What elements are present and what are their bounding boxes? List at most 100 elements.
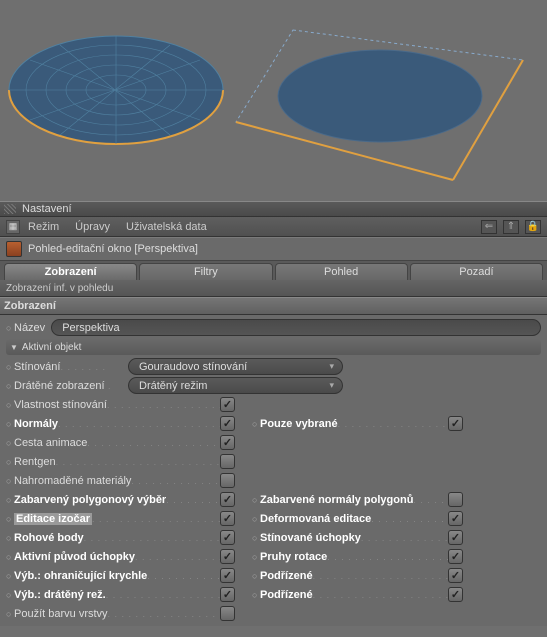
viewport-3d[interactable] xyxy=(0,0,547,201)
dots: . . . . . . . . . . . . . . . . . . . . xyxy=(131,476,220,486)
property-label: Editace izočar xyxy=(14,513,92,525)
property-label: Výb.: ohraničující krychle xyxy=(14,570,147,582)
property-row: ○Pouze vybrané . . . . . . . . . . . . .… xyxy=(252,414,541,433)
property-row: ○Zabarvený polygonový výběr . . . . . . … xyxy=(6,490,244,509)
property-label: Podřízené xyxy=(260,570,313,582)
dots: . . . . . . . . . . . . . . . . . . . . … xyxy=(107,400,220,410)
panel-title: Nastavení xyxy=(22,203,72,215)
name-row: ○ Název xyxy=(6,318,541,337)
bullet-icon: ○ xyxy=(6,590,14,600)
wire-label: Drátěné zobrazení . xyxy=(14,380,124,392)
checkbox[interactable] xyxy=(220,454,235,469)
dots: . . . . . . . . . . . . . . . . . . . . … xyxy=(58,419,220,429)
name-input[interactable] xyxy=(51,319,541,336)
checkbox[interactable] xyxy=(448,530,463,545)
bullet-icon: ○ xyxy=(6,533,14,543)
dots: . . . . . . . . . . . . . . . . . . . . … xyxy=(108,609,220,619)
bullet-icon: ○ xyxy=(6,514,14,524)
dots: . . . . . . . . . . . . . . . . . . . . … xyxy=(361,533,448,543)
bullet-icon: ○ xyxy=(6,362,14,372)
dots: . . . . . . . . . . . . . . . . . . . . … xyxy=(84,533,220,543)
checkbox[interactable] xyxy=(220,568,235,583)
property-label: Pouze vybrané xyxy=(260,418,338,430)
checkbox[interactable] xyxy=(220,511,235,526)
checkbox[interactable] xyxy=(220,397,235,412)
lock-icon[interactable]: 🔒 xyxy=(525,220,541,234)
tab-display[interactable]: Zobrazení xyxy=(4,263,137,280)
active-object-group[interactable]: ▼ Aktivní objekt xyxy=(6,339,541,355)
checkbox[interactable] xyxy=(220,492,235,507)
property-label: Cesta animace xyxy=(14,437,87,449)
tab-view[interactable]: Pohled xyxy=(275,263,408,280)
bullet-icon: ○ xyxy=(6,552,14,562)
app-icon[interactable]: ▦ xyxy=(6,220,20,234)
checkbox[interactable] xyxy=(448,568,463,583)
property-label: Aktivní původ úchopky xyxy=(14,551,135,563)
bullet-icon: ○ xyxy=(252,533,260,543)
nav-back-icon[interactable]: ⇐ xyxy=(481,220,497,234)
property-row: ○Cesta animace . . . . . . . . . . . . .… xyxy=(6,433,244,452)
property-label: Deformovaná editace xyxy=(260,513,371,525)
menu-edit[interactable]: Úpravy xyxy=(75,221,110,233)
menubar: ▦ Režim Úpravy Uživatelská data ⇐ ⇑ 🔒 xyxy=(0,217,547,237)
checkbox[interactable] xyxy=(448,587,463,602)
checkbox[interactable] xyxy=(220,606,235,621)
checkbox[interactable] xyxy=(220,435,235,450)
property-row: ○Použít barvu vrstvy . . . . . . . . . .… xyxy=(6,604,244,623)
nav-up-icon[interactable]: ⇑ xyxy=(503,220,519,234)
property-label: Zabarvený polygonový výběr xyxy=(14,494,166,506)
dots: . . . . . . . . . . . . . . . . . . . . … xyxy=(56,457,220,467)
dots: . . . . . . . . . . . . xyxy=(166,495,220,505)
file-label: Pohled-editační okno [Perspektiva] xyxy=(28,243,198,255)
checkbox[interactable] xyxy=(448,492,463,507)
checkbox[interactable] xyxy=(448,549,463,564)
dots: . . . . . . . . xyxy=(413,495,448,505)
wire-row: ○ Drátěné zobrazení . Drátěný režim xyxy=(6,376,541,395)
property-row: ○Editace izočar . . . . . . . . . . . . … xyxy=(6,509,244,528)
checkbox[interactable] xyxy=(220,416,235,431)
property-label: Rohové body xyxy=(14,532,84,544)
property-row: ○Podřízené . . . . . . . . . . . . . . .… xyxy=(252,566,541,585)
dots: . . . . . . . . . . . . . . . . . . . . … xyxy=(92,514,220,524)
bullet-icon: ○ xyxy=(6,400,14,410)
tab-background[interactable]: Pozadí xyxy=(410,263,543,280)
active-object-label: Aktivní objekt xyxy=(22,342,81,353)
sub-bar[interactable]: Zobrazení inf. v pohledu xyxy=(0,280,547,297)
property-row: ○Pruhy rotace . . . . . . . . . . . . . … xyxy=(252,547,541,566)
wire-dropdown[interactable]: Drátěný režim xyxy=(128,377,343,394)
property-label: Stínované úchopky xyxy=(260,532,361,544)
tab-filters[interactable]: Filtry xyxy=(139,263,272,280)
menu-mode[interactable]: Režim xyxy=(28,221,59,233)
bullet-icon: ○ xyxy=(6,495,14,505)
bullet-icon: ○ xyxy=(6,457,14,467)
property-label: Nahromaděné materiály xyxy=(14,475,131,487)
property-label: Normály xyxy=(14,418,58,430)
property-row: ○Stínované úchopky . . . . . . . . . . .… xyxy=(252,528,541,547)
checkbox[interactable] xyxy=(448,416,463,431)
checkbox[interactable] xyxy=(220,587,235,602)
menu-userdata[interactable]: Uživatelská data xyxy=(126,221,207,233)
checkbox[interactable] xyxy=(220,549,235,564)
dots: . . . . . . . . . . . . xyxy=(147,571,220,581)
bullet-icon: ○ xyxy=(252,590,260,600)
bullet-icon: ○ xyxy=(252,571,260,581)
property-row: ○Rentgen . . . . . . . . . . . . . . . .… xyxy=(6,452,244,471)
checkbox[interactable] xyxy=(220,473,235,488)
dots: . . . . . . . . . . . . . . . . . . xyxy=(371,514,448,524)
property-label: Zabarvené normály polygonů xyxy=(260,494,413,506)
bullet-icon: ○ xyxy=(6,438,14,448)
dots: . . . . . . . . . . . . . . . . . . . . … xyxy=(87,438,220,448)
dots: . . . . . . . . . . . . . . . . . . . . … xyxy=(313,590,448,600)
panel-header: Nastavení xyxy=(0,201,547,217)
dots: . . . . . . . . . . . . . . . . . . . . … xyxy=(327,552,448,562)
dots: . . . . . . . . . . . . . . . . . . . . … xyxy=(106,590,220,600)
tab-row: Zobrazení Filtry Pohled Pozadí xyxy=(0,261,547,280)
dots: . . . . . . . . . . . . . . . . . . . . … xyxy=(313,571,448,581)
bullet-icon: ○ xyxy=(6,381,14,391)
property-row: ○Vlastnost stínování . . . . . . . . . .… xyxy=(6,395,244,414)
checkbox[interactable] xyxy=(448,511,463,526)
shading-dropdown[interactable]: Gouraudovo stínování xyxy=(128,358,343,375)
checkbox[interactable] xyxy=(220,530,235,545)
section-header: Zobrazení xyxy=(0,297,547,315)
object-icon xyxy=(6,241,22,257)
